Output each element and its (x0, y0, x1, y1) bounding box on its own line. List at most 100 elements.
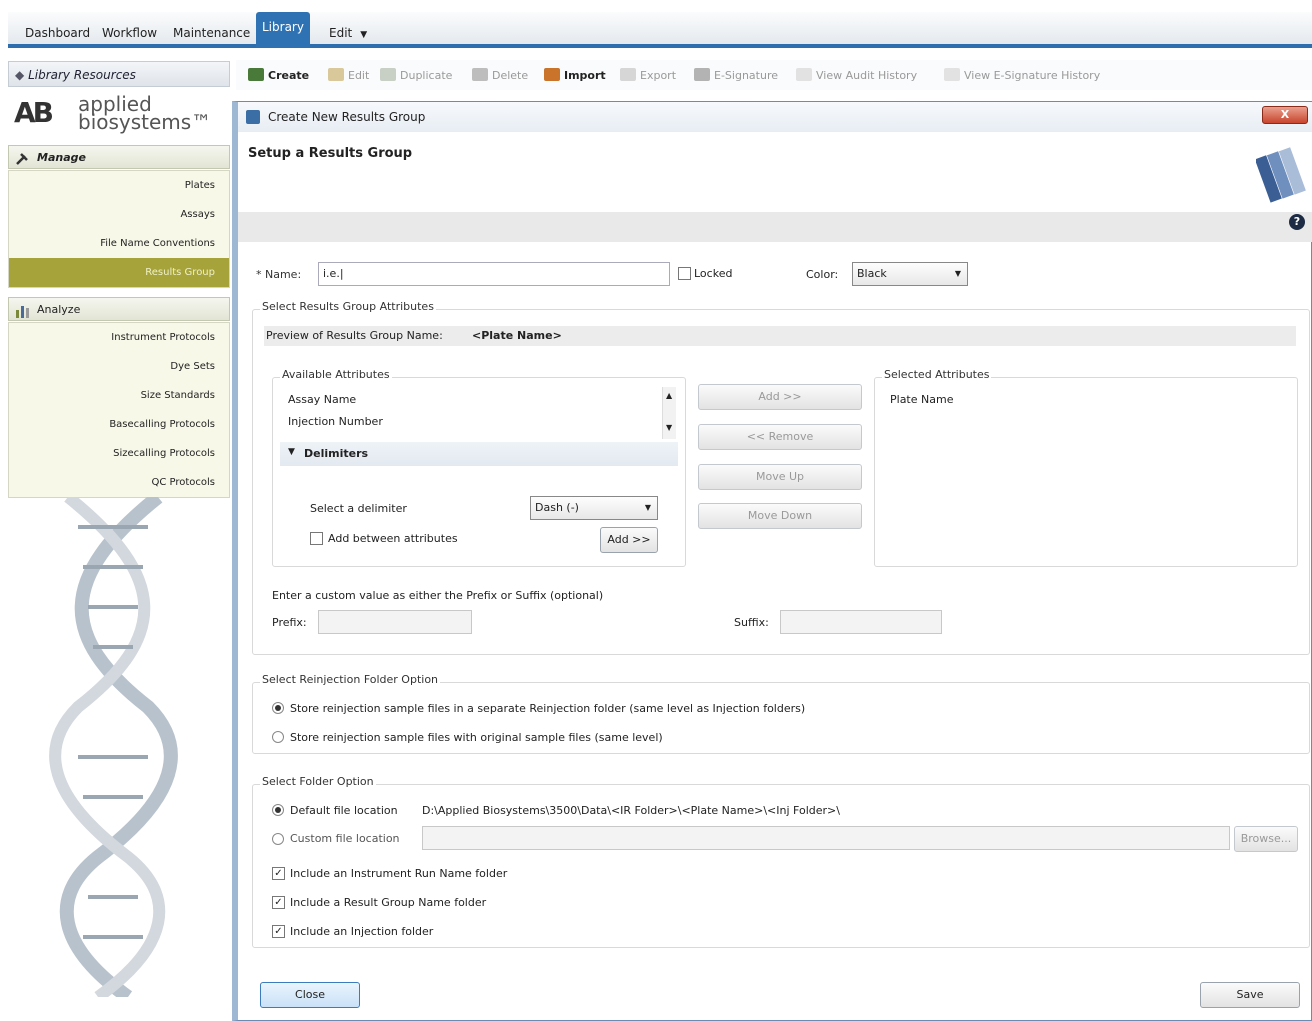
chevron-down-icon: ▼ (954, 269, 961, 278)
reinjection-separate-radio[interactable] (272, 702, 284, 714)
library-resources-header[interactable]: ◆ Library Resources (8, 61, 230, 87)
dialog-title: Create New Results Group (268, 110, 426, 124)
tab-workflow[interactable]: Workflow (99, 21, 160, 45)
reinjection-separate-label: Store reinjection sample files in a sepa… (290, 702, 806, 715)
folder-option-group-label: Select Folder Option (260, 775, 376, 788)
browse-button[interactable]: Browse... (1234, 826, 1298, 852)
manage-label: Manage (37, 151, 86, 164)
view-e-signature-history-button[interactable]: View E-Signature History (944, 67, 1100, 85)
add-between-checkbox[interactable] (310, 532, 323, 545)
duplicate-label: Duplicate (400, 69, 453, 82)
e-signature-label: E-Signature (714, 69, 778, 82)
add-delimiter-button[interactable]: Add >> (600, 527, 658, 553)
tab-edit-label: Edit (329, 26, 353, 40)
preview-label: Preview of Results Group Name: (266, 329, 443, 342)
move-up-button[interactable]: Move Up (698, 464, 862, 490)
suffix-input[interactable] (780, 610, 942, 634)
manage-header[interactable]: Manage (8, 145, 230, 169)
applied-biosystems-logo: AB applied biosystems™ (14, 92, 224, 136)
include-result-group-checkbox[interactable]: ✓ (272, 896, 285, 909)
view-audit-history-button[interactable]: View Audit History (796, 67, 917, 85)
analyze-list: Instrument Protocols Dye Sets Size Stand… (8, 322, 230, 498)
list-item[interactable]: Assay Name (288, 393, 356, 406)
tab-library[interactable]: Library (256, 12, 310, 48)
prefix-input[interactable] (318, 610, 472, 634)
move-down-button[interactable]: Move Down (698, 503, 862, 529)
default-location-path: D:\Applied Biosystems\3500\Data\<IR Fold… (422, 804, 840, 817)
list-item[interactable]: Plate Name (890, 393, 953, 406)
tools-icon (15, 151, 31, 165)
sidebar-item-size-standards[interactable]: Size Standards (9, 381, 229, 410)
chevron-down-icon: ▼ (288, 447, 295, 457)
logo-line2: biosystems™ (78, 110, 212, 134)
sidebar-item-qc-protocols[interactable]: QC Protocols (9, 468, 229, 497)
reinjection-same-radio[interactable] (272, 731, 284, 743)
sidebar-item-sizecalling-protocols[interactable]: Sizecalling Protocols (9, 439, 229, 468)
delimiter-select[interactable]: Dash (-) ▼ (530, 496, 658, 520)
create-icon (248, 68, 264, 81)
sidebar-item-instrument-protocols[interactable]: Instrument Protocols (9, 323, 229, 352)
library-resources-label: Library Resources (28, 68, 136, 82)
import-label: Import (564, 69, 606, 82)
chevron-down-icon: ▼ (644, 503, 651, 512)
edit-label: Edit (348, 69, 370, 82)
close-button[interactable]: Close (260, 982, 360, 1008)
sidebar-item-plates[interactable]: Plates (9, 171, 229, 200)
name-input[interactable]: i.e.| (318, 262, 670, 286)
locked-label: Locked (694, 267, 733, 280)
scroll-down-icon[interactable]: ▼ (666, 423, 672, 432)
sidebar-item-file-name-conventions[interactable]: File Name Conventions (9, 229, 229, 258)
books-icon (1256, 147, 1306, 203)
manage-list: Plates Assays File Name Conventions Resu… (8, 170, 230, 288)
setup-title: Setup a Results Group (248, 146, 413, 161)
list-item[interactable]: Injection Number (288, 415, 383, 428)
list-scrollbar[interactable]: ▲ ▼ (662, 387, 676, 439)
export-button[interactable]: Export (620, 67, 676, 85)
selected-attributes-label: Selected Attributes (882, 368, 992, 381)
close-icon[interactable]: X (1262, 106, 1308, 124)
include-run-name-checkbox[interactable]: ✓ (272, 867, 285, 880)
reinjection-same-label: Store reinjection sample files with orig… (290, 731, 663, 744)
sidebar-item-results-group[interactable]: Results Group (9, 258, 229, 287)
create-label: Create (268, 69, 310, 82)
sidebar-item-assays[interactable]: Assays (9, 200, 229, 229)
available-attributes-list[interactable]: Assay Name Injection Number ▲ ▼ (282, 387, 676, 439)
import-button[interactable]: Import (544, 67, 606, 85)
chevron-down-icon: ▼ (360, 30, 368, 40)
dialog-titlebar[interactable]: Create New Results Group X (238, 102, 1312, 132)
tab-maintenance[interactable]: Maintenance (170, 21, 253, 45)
color-label: Color: (806, 268, 839, 281)
default-location-radio[interactable] (272, 804, 284, 816)
delete-button[interactable]: Delete (472, 67, 528, 85)
sidebar-item-basecalling-protocols[interactable]: Basecalling Protocols (9, 410, 229, 439)
add-button[interactable]: Add >> (698, 384, 862, 410)
locked-checkbox[interactable] (678, 267, 691, 280)
scroll-up-icon[interactable]: ▲ (666, 391, 672, 400)
custom-location-input[interactable] (422, 826, 1230, 850)
delimiters-header[interactable]: ▼ Delimiters (280, 442, 678, 466)
analyze-label: Analyze (37, 303, 81, 316)
attributes-group-label: Select Results Group Attributes (260, 300, 436, 313)
include-injection-checkbox[interactable]: ✓ (272, 925, 285, 938)
duplicate-button[interactable]: Duplicate (380, 67, 452, 85)
e-signature-button[interactable]: E-Signature (694, 67, 778, 85)
analyze-header[interactable]: Analyze (8, 297, 230, 321)
sidebar-item-dye-sets[interactable]: Dye Sets (9, 352, 229, 381)
color-select[interactable]: Black ▼ (852, 262, 968, 286)
edit-button[interactable]: Edit (328, 67, 369, 85)
dialog-icon (246, 110, 260, 124)
remove-button[interactable]: << Remove (698, 424, 862, 450)
nav-bar: Dashboard Workflow Maintenance Library E… (8, 12, 1312, 48)
bar-chart-icon (15, 303, 31, 318)
save-button[interactable]: Save (1200, 982, 1300, 1008)
tab-edit[interactable]: Edit ▼ (326, 21, 370, 45)
custom-location-radio[interactable] (272, 833, 284, 845)
select-delimiter-label: Select a delimiter (310, 502, 407, 515)
reinjection-group-label: Select Reinjection Folder Option (260, 673, 441, 686)
create-results-group-dialog: Create New Results Group X Setup a Resul… (232, 101, 1312, 1021)
create-button[interactable]: Create (248, 67, 309, 85)
left-pane: ◆ Library Resources AB applied biosystem… (8, 57, 230, 1021)
help-icon[interactable]: ? (1289, 214, 1305, 230)
tab-dashboard[interactable]: Dashboard (22, 21, 93, 45)
export-icon (620, 68, 636, 81)
